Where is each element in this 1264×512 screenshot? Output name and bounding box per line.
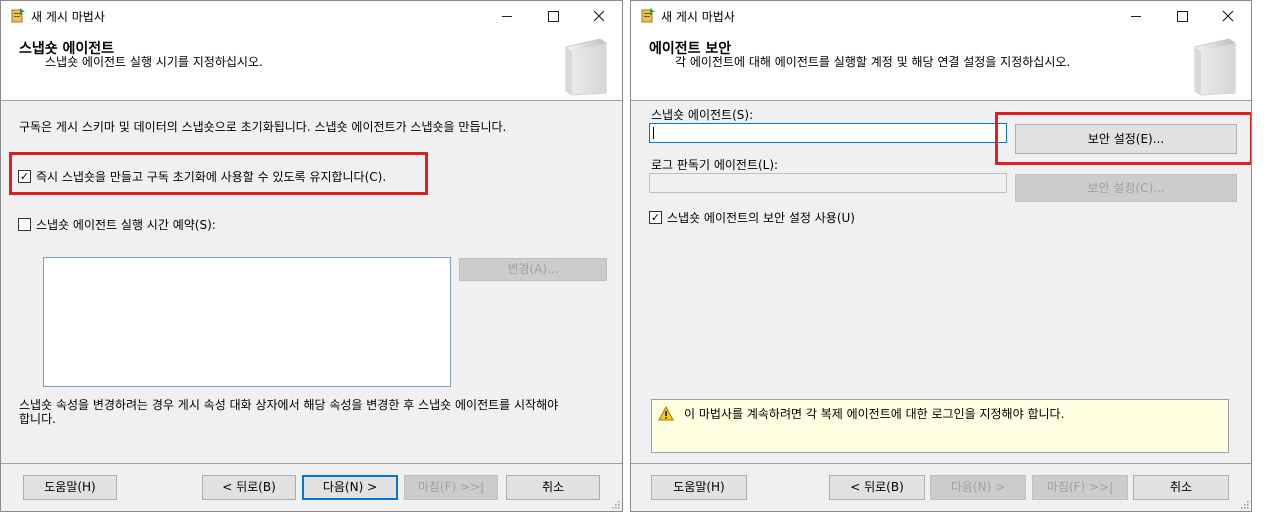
- window-title: 새 게시 마법사: [31, 10, 105, 24]
- wizard-window-agent-security: 새 게시 마법사 에이전트 보안 각 에이전트에 대해 에이전트를 실행할 계정…: [630, 0, 1252, 512]
- finish-button[interactable]: 마침(F) >>|: [404, 475, 498, 500]
- change-schedule-button[interactable]: 변경(A)...: [459, 258, 607, 281]
- highlight-box: [9, 152, 428, 195]
- logreader-agent-field[interactable]: [649, 173, 1007, 193]
- page-subtitle: 각 에이전트에 대해 에이전트를 실행할 계정 및 해당 연결 설정을 지정하십…: [675, 55, 1071, 69]
- finish-button[interactable]: 마침(F) >>|: [1032, 475, 1128, 500]
- logreader-agent-label: 로그 판독기 에이전트(L):: [651, 158, 779, 172]
- logreader-security-settings-button[interactable]: 보안 설정(C)...: [1015, 174, 1237, 202]
- footer-separator: [1, 463, 622, 464]
- wizard-app-icon: [641, 8, 655, 23]
- title-bar[interactable]: 새 게시 마법사: [1, 1, 622, 31]
- minimize-icon: [502, 15, 512, 17]
- cancel-button[interactable]: 취소: [1133, 475, 1229, 500]
- next-button[interactable]: 다음(N) >: [302, 475, 398, 500]
- schedule-snapshot-label[interactable]: 스냅숏 에이전트 실행 시간 예약(S):: [36, 216, 216, 233]
- note-text-line1: 스냅숏 속성을 변경하려는 경우 게시 속성 대화 상자에서 해당 속성을 변경…: [19, 398, 559, 412]
- use-snapshot-security-checkbox[interactable]: ✓: [649, 211, 662, 224]
- warning-panel: 이 마법사를 계속하려면 각 복제 에이전트에 대한 로그인을 지정해야 합니다…: [651, 399, 1229, 453]
- cancel-button[interactable]: 취소: [506, 475, 600, 500]
- title-bar[interactable]: 새 게시 마법사: [631, 1, 1251, 31]
- help-button[interactable]: 도움말(H): [23, 475, 117, 500]
- close-icon: [1222, 10, 1234, 22]
- maximize-button[interactable]: [1159, 1, 1205, 31]
- wizard-header: 에이전트 보안 각 에이전트에 대해 에이전트를 실행할 계정 및 해당 연결 …: [631, 31, 1251, 101]
- wizard-header: 스냅숏 에이전트 스냅숏 에이전트 실행 시기를 지정하십시오.: [1, 31, 622, 101]
- page-subtitle: 스냅숏 에이전트 실행 시기를 지정하십시오.: [45, 55, 263, 69]
- footer-separator: [631, 463, 1251, 464]
- window-title: 새 게시 마법사: [661, 10, 735, 24]
- highlight-box: [995, 112, 1251, 165]
- help-button[interactable]: 도움말(H): [651, 475, 747, 500]
- next-button[interactable]: 다음(N) >: [930, 475, 1026, 500]
- minimize-button[interactable]: [484, 1, 530, 31]
- warning-text: 이 마법사를 계속하려면 각 복제 에이전트에 대한 로그인을 지정해야 합니다…: [684, 407, 1065, 421]
- back-button[interactable]: < 뒤로(B): [829, 475, 925, 500]
- resize-grip-icon[interactable]: [1239, 499, 1249, 509]
- maximize-icon: [547, 10, 559, 22]
- snapshot-agent-field[interactable]: [649, 123, 1007, 143]
- wizard-window-snapshot-agent: 새 게시 마법사 스냅숏 에이전트 스냅숏 에이전트 실행 시기를 지정하십시오…: [0, 0, 623, 512]
- maximize-icon: [1176, 10, 1188, 22]
- back-button[interactable]: < 뒤로(B): [202, 475, 296, 500]
- minimize-icon: [1131, 15, 1141, 17]
- book-icon: [1194, 38, 1236, 96]
- resize-grip-icon[interactable]: [610, 499, 620, 509]
- use-snapshot-security-label[interactable]: 스냅숏 에이전트의 보안 설정 사용(U): [667, 209, 855, 226]
- warning-icon: [658, 406, 674, 421]
- book-icon: [565, 38, 607, 96]
- close-icon: [593, 10, 605, 22]
- text-caret: [653, 127, 654, 139]
- schedule-snapshot-checkbox[interactable]: [18, 218, 31, 231]
- snapshot-agent-label: 스냅숏 에이전트(S):: [651, 108, 754, 122]
- minimize-button[interactable]: [1113, 1, 1159, 31]
- wizard-app-icon: [11, 8, 25, 23]
- maximize-button[interactable]: [530, 1, 576, 31]
- schedule-listbox[interactable]: [43, 257, 451, 387]
- close-button[interactable]: [1205, 1, 1251, 31]
- description-text: 구독은 게시 스키마 및 데이터의 스냅숏으로 초기화됩니다. 스냅숏 에이전트…: [19, 120, 507, 134]
- note-text-line2: 합니다.: [19, 412, 56, 426]
- close-button[interactable]: [576, 1, 622, 31]
